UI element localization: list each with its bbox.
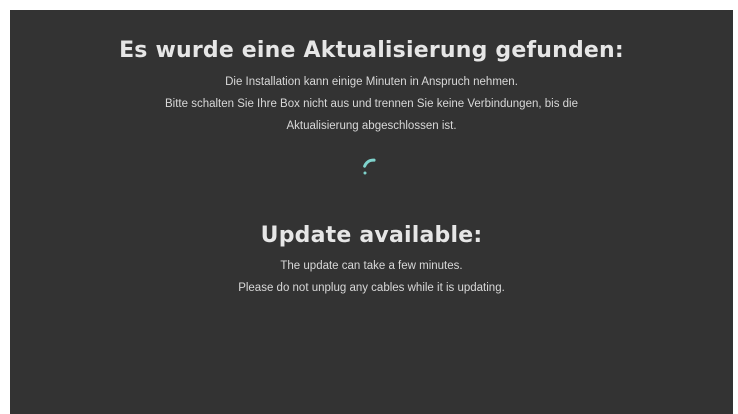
english-message: Update available: The update can take a … [10, 223, 733, 299]
english-line-1: The update can take a few minutes. [280, 260, 463, 272]
spinner-arc [362, 158, 379, 175]
german-title: Es wurde eine Aktualisierung gefunden: [119, 38, 624, 63]
update-screen: Es wurde eine Aktualisierung gefunden: D… [10, 10, 733, 414]
german-line-2: Bitte schalten Sie Ihre Box nicht aus un… [165, 98, 578, 110]
german-line-1: Die Installation kann einige Minuten in … [225, 76, 518, 88]
loading-spinner-icon [362, 158, 379, 175]
german-line-3: Aktualisierung abgeschlossen ist. [286, 120, 457, 132]
english-line-2: Please do not unplug any cables while it… [238, 282, 505, 294]
english-title: Update available: [260, 223, 483, 248]
german-message: Es wurde eine Aktualisierung gefunden: D… [10, 38, 733, 137]
